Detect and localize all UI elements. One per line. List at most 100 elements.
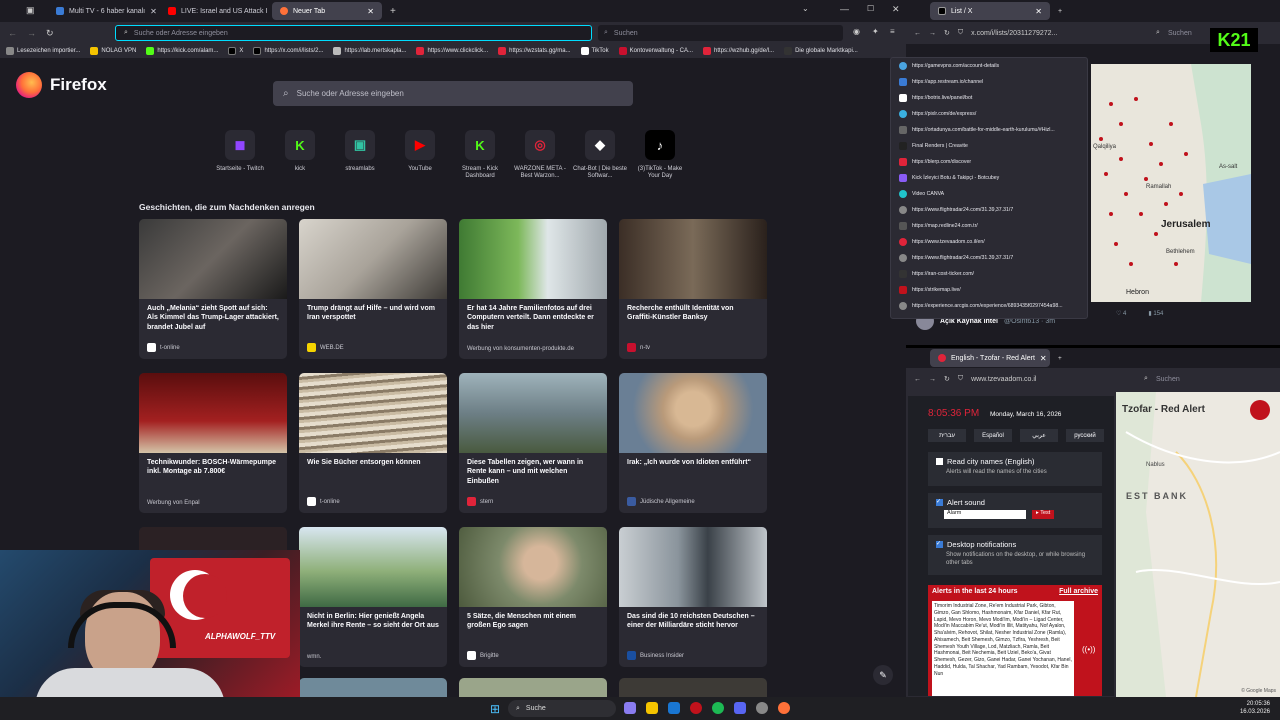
- shortcut-warzone-meta[interactable]: ◎ WARZONE META - Best Warzon...: [514, 130, 566, 180]
- extensions-icon[interactable]: ✦: [872, 27, 879, 36]
- new-tab-plus-icon[interactable]: +: [1058, 8, 1062, 15]
- edit-pencil-icon[interactable]: ✎: [873, 665, 893, 685]
- obs-icon[interactable]: [756, 702, 768, 714]
- tab-live-israel[interactable]: LIVE: Israel and US Attack I ✕: [160, 2, 270, 20]
- story-card[interactable]: Nicht in Berlin: Hier genießt Angela Mer…: [299, 527, 447, 667]
- history-item[interactable]: Video CANVA: [891, 186, 1087, 202]
- story-card[interactable]: Technikwunder: BOSCH-Wärmepumpe inkl. Mo…: [139, 373, 287, 513]
- close-icon[interactable]: ✕: [150, 7, 157, 16]
- language-button[interactable]: עברית: [928, 429, 966, 442]
- history-item[interactable]: https://map.redline24.com.tr/: [891, 218, 1087, 234]
- story-card[interactable]: 5 Sätze, die Menschen mit einem großen E…: [459, 527, 607, 667]
- language-button[interactable]: русский: [1066, 429, 1104, 442]
- close-icon[interactable]: ✕: [1035, 7, 1042, 16]
- test-button[interactable]: ▸ Test: [1032, 510, 1055, 519]
- story-card[interactable]: Recherche enthüllt Identität von Graffit…: [619, 219, 767, 359]
- shortcut-chat-bot[interactable]: ◆ Chat-Bot | Die beste Softwar...: [573, 130, 627, 180]
- history-item[interactable]: https://gamevpns.com/account-details: [891, 58, 1087, 74]
- bookmark-item[interactable]: https://lab.mertskapla...: [333, 47, 406, 55]
- reload-icon[interactable]: ↻: [944, 375, 950, 383]
- close-window-icon[interactable]: ✕: [892, 4, 900, 15]
- history-item[interactable]: https://strikemap.live/: [891, 282, 1087, 298]
- tab-new-tab[interactable]: Neuer Tab ✕: [272, 2, 382, 20]
- story-card[interactable]: Trump drängt auf Hilfe – und wird vom Ir…: [299, 219, 447, 359]
- story-card[interactable]: Auch „Melania“ zieht Spott auf sich: Als…: [139, 219, 287, 359]
- shortcut-kick-dashboard[interactable]: K Stream - Kick Dashboard: [460, 130, 500, 180]
- language-button[interactable]: عربي: [1020, 429, 1058, 442]
- firefox-icon[interactable]: [778, 702, 790, 714]
- alert-map[interactable]: Tzofar - Red Alert EST BANK Nablus © Goo…: [1116, 392, 1280, 698]
- history-item[interactable]: https://www.flightradar24.com/31.39,37.3…: [891, 250, 1087, 266]
- shortcut-tiktok[interactable]: ♪ (3)TikTok - Make Your Day: [638, 130, 682, 180]
- bookmark-item[interactable]: Die globale Marktkapi...: [784, 47, 858, 55]
- back-arrow-icon[interactable]: ←: [914, 30, 921, 37]
- search-bar[interactable]: ⌕ Suchen: [598, 25, 843, 41]
- history-item[interactable]: https://botrix.live/panel/bot: [891, 90, 1087, 106]
- system-clock[interactable]: 20:05:36 16.03.2026: [1240, 700, 1270, 717]
- story-card[interactable]: Das sind die 10 reichsten Deutschen – ei…: [619, 527, 767, 667]
- taskbar-search[interactable]: ⌕ Suche: [508, 700, 616, 717]
- checkbox-checked[interactable]: ✓: [936, 541, 943, 548]
- close-icon[interactable]: ✕: [1040, 354, 1047, 363]
- chevron-down-icon[interactable]: ⌄: [802, 4, 809, 13]
- forward-arrow-icon[interactable]: →: [27, 28, 36, 38]
- windows-start-icon[interactable]: ⊞: [490, 702, 500, 716]
- history-item[interactable]: https://iran-cost-ticker.com/: [891, 266, 1087, 282]
- close-icon[interactable]: ✕: [367, 7, 374, 16]
- file-explorer-icon[interactable]: [646, 702, 658, 714]
- reload-icon[interactable]: ↻: [944, 29, 950, 37]
- maximize-icon[interactable]: ☐: [867, 4, 874, 13]
- bookmark-item[interactable]: Lesezeichen importier...: [6, 47, 80, 55]
- newtab-search-input[interactable]: ⌕ Suche oder Adresse eingeben: [273, 81, 633, 106]
- full-archive-link[interactable]: Full archive: [1059, 588, 1098, 595]
- story-card[interactable]: Wie Sie Bücher entsorgen können t-online: [299, 373, 447, 513]
- story-card[interactable]: Er hat 14 Jahre Familienfotos auf drei C…: [459, 219, 607, 359]
- history-item[interactable]: https://www.flightradar24.com/31.39,37.3…: [891, 202, 1087, 218]
- language-button[interactable]: Español: [974, 429, 1012, 442]
- tab-tzofar[interactable]: English - Tzofar - Red Alert ✕: [930, 349, 1050, 367]
- list-all-tabs-icon[interactable]: ▣: [26, 5, 35, 16]
- forward-arrow-icon[interactable]: →: [929, 30, 936, 37]
- edge-icon[interactable]: [668, 702, 680, 714]
- history-item[interactable]: https://pixlr.com/de/express/: [891, 106, 1087, 122]
- tab-x-list[interactable]: List / X ✕: [930, 2, 1050, 20]
- back-arrow-icon[interactable]: ←: [8, 28, 17, 38]
- history-item[interactable]: https://blerp.com/discover: [891, 154, 1087, 170]
- url-bar[interactable]: ⌕ Suche oder Adresse eingeben: [115, 25, 592, 41]
- new-tab-plus-icon[interactable]: +: [1058, 355, 1062, 362]
- history-item[interactable]: https://ortadunya.com/battle-for-middle-…: [891, 122, 1087, 138]
- bookmark-item[interactable]: https://wzstats.gg/ma...: [498, 47, 571, 55]
- story-card[interactable]: Irak: „Ich wurde von Idioten entführt“ Jü…: [619, 373, 767, 513]
- story-card[interactable]: Diese Tabellen zeigen, wer wann in Rente…: [459, 373, 607, 513]
- checkbox-checked[interactable]: ✓: [936, 499, 943, 506]
- opera-icon[interactable]: [690, 702, 702, 714]
- shortcut-youtube[interactable]: ▶ YouTube: [400, 130, 440, 180]
- forward-arrow-icon[interactable]: →: [929, 376, 936, 383]
- history-item[interactable]: https://app.restream.io/channel: [891, 74, 1087, 90]
- history-item[interactable]: Final Renders | Creavite: [891, 138, 1087, 154]
- shortcut-kick[interactable]: Kkick: [280, 130, 320, 180]
- bookmark-item[interactable]: Kontoverwaltung - CA...: [618, 47, 693, 55]
- menu-icon[interactable]: ≡: [890, 27, 895, 36]
- back-arrow-icon[interactable]: ←: [914, 376, 921, 383]
- bookmark-item[interactable]: TikTok: [580, 47, 609, 55]
- bookmark-item[interactable]: NOLAG VPN: [90, 47, 136, 55]
- spotify-icon[interactable]: [712, 702, 724, 714]
- discord-icon[interactable]: [734, 702, 746, 714]
- history-item[interactable]: Kick İzleyici Botu & Takipçi - Botcubey: [891, 170, 1087, 186]
- tab-multi-tv[interactable]: Multi TV - 6 haber kanalı ✕: [48, 2, 158, 20]
- account-icon[interactable]: ◉: [853, 27, 860, 36]
- checkbox[interactable]: [936, 458, 943, 465]
- task-view-icon[interactable]: [624, 702, 636, 714]
- strike-map[interactable]: Jerusalem Ramallah Qalqiliya Bethlehem H…: [1091, 64, 1251, 302]
- bookmark-item[interactable]: X: [228, 47, 243, 55]
- shortcut-twitch[interactable]: ◼ Startseite - Twitch: [216, 130, 264, 180]
- url-text[interactable]: x.com/i/lists/20311279272...: [971, 30, 1057, 37]
- reload-icon[interactable]: ↻: [46, 28, 54, 39]
- minimize-icon[interactable]: —: [840, 4, 849, 14]
- bookmark-item[interactable]: https://wzhub.gg/de/l...: [703, 47, 774, 55]
- alert-sound-select[interactable]: Alarm: [944, 510, 1026, 519]
- shortcut-streamlabs[interactable]: ▣ streamlabs: [340, 130, 380, 180]
- history-item[interactable]: https://experience.arcgis.com/experience…: [891, 298, 1087, 314]
- like-count[interactable]: ♡ 4: [1116, 310, 1126, 317]
